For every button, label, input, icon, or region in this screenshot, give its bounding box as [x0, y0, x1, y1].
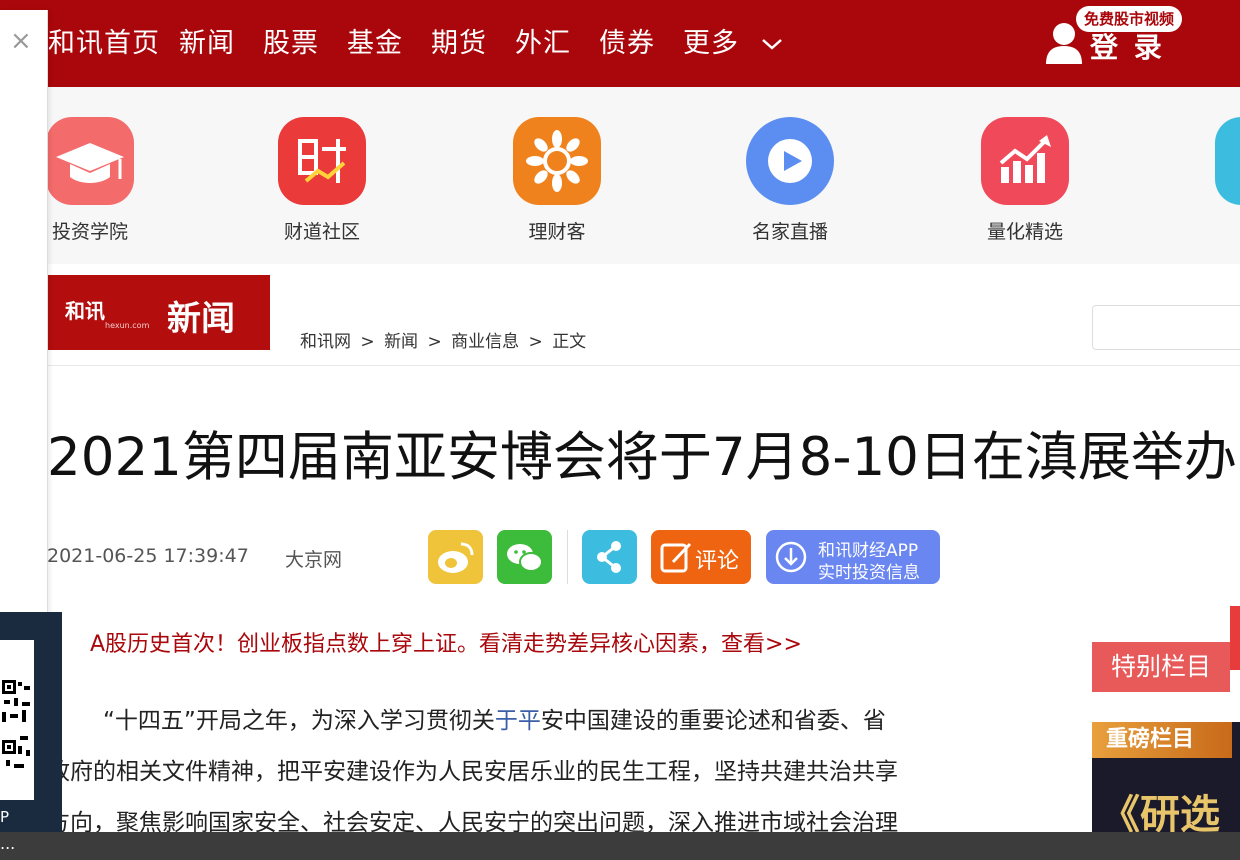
trend-chart-icon [981, 117, 1069, 205]
nav-news[interactable]: 新闻 [179, 24, 235, 64]
header-divider [47, 365, 1240, 366]
breadcrumb: 和讯网 > 新闻 > 商业信息 > 正文 [300, 327, 590, 352]
article-title: 2021第四届南亚安博会将于7月8-10日在滇展举办 [47, 427, 1237, 488]
app-label: 理财客 [528, 221, 586, 243]
status-bar: ... [0, 832, 1240, 860]
app-quant-picks[interactable]: 量化精选 [960, 117, 1090, 244]
share-icon [597, 541, 621, 573]
logo-brand: 和讯 [65, 299, 105, 323]
breadcrumb-news[interactable]: 新闻 [384, 332, 418, 352]
cai-character-icon [278, 117, 366, 205]
para-text: “十四五”开局之年，为深入学习贯彻关 [103, 708, 495, 734]
article-paragraph-line: 政府的相关文件精神，把平安建设作为人民安居乐业的民生工程，坚持共建共治共享 [47, 759, 898, 785]
article-paragraph-line: “十四五”开局之年，为深入学习贯彻关于平安中国建设的重要论述和省委、省 [47, 696, 937, 747]
app-label: 期货 [1194, 217, 1240, 244]
article-date: 2021-06-25 17:39:47 [47, 545, 249, 567]
feedback-tab[interactable] [1230, 606, 1240, 670]
comment-button[interactable]: 评论 [651, 530, 751, 584]
logo-domain: hexun.com [105, 321, 150, 330]
login-label[interactable]: 登 录 [1090, 26, 1165, 66]
para-text: 安中国建设的重要论述和省委、省 [540, 708, 886, 734]
featured-banner[interactable]: 重磅栏目 《研选 [1092, 722, 1240, 832]
special-column-header: 特别栏目 [1092, 642, 1230, 692]
top-nav: 和讯首页 新闻 股票 基金 期货 外汇 债券 更多 登 录 免费股市视频 [0, 0, 1240, 87]
app-shortcut-bar: 投资学院 财道社区 理财客 名家直播 量化精选 [0, 87, 1240, 264]
search-input[interactable] [1092, 305, 1240, 350]
weibo-icon [438, 542, 474, 573]
login-area[interactable]: 登 录 免费股市视频 [1044, 6, 1204, 76]
app-label: 财道社区 [283, 221, 360, 243]
download-icon [775, 541, 807, 573]
app-label: 量化精选 [986, 221, 1063, 243]
nav-funds[interactable]: 基金 [347, 24, 403, 64]
nav-forex[interactable]: 外汇 [515, 24, 571, 64]
status-text: ... [0, 834, 16, 853]
share-separator [567, 530, 568, 584]
promo-link[interactable]: A股历史首次！创业板指点数上穿上证。看清走势差异核心因素，查看>> [90, 626, 802, 658]
page: 和讯首页 新闻 股票 基金 期货 外汇 债券 更多 登 录 免费股市视频 投资学… [0, 0, 1240, 860]
breadcrumb-business[interactable]: 商业信息 [451, 332, 519, 352]
share-button[interactable] [582, 530, 637, 584]
play-icon [746, 117, 834, 205]
banner-tag: 重磅栏目 [1092, 722, 1232, 758]
article-source[interactable]: 大京网 [285, 545, 342, 572]
close-icon[interactable]: × [10, 28, 32, 54]
banner-title: 《研选 [1100, 792, 1220, 832]
nav-futures[interactable]: 期货 [431, 24, 487, 64]
qr-code-icon [0, 640, 34, 800]
chevron-down-icon[interactable] [760, 34, 784, 54]
logo-section: 新闻 [167, 299, 235, 339]
app-label: 名家直播 [751, 221, 828, 243]
graduation-cap-icon [46, 117, 134, 205]
keyword-link[interactable]: 于平 [495, 708, 541, 734]
weibo-share-button[interactable] [428, 530, 483, 584]
qr-caption: P [0, 808, 10, 826]
laurel-icon [513, 117, 601, 205]
nav-bonds[interactable]: 债券 [599, 24, 655, 64]
wechat-share-button[interactable] [497, 530, 552, 584]
breadcrumb-current: 正文 [552, 332, 587, 352]
nav-home[interactable]: 和讯首页 [48, 24, 160, 64]
app-caidao-community[interactable]: 财道社区 [257, 117, 387, 244]
breadcrumb-sep: > [360, 332, 375, 352]
free-video-badge[interactable]: 免费股市视频 [1076, 6, 1183, 32]
edit-icon [660, 542, 692, 573]
app-icon [1215, 117, 1240, 205]
nav-stocks[interactable]: 股票 [263, 24, 319, 64]
app-download-button[interactable]: 和讯财经APP 实时投资信息 [766, 530, 940, 584]
qr-code-panel[interactable]: P [0, 612, 62, 832]
breadcrumb-sep: > [427, 332, 442, 352]
hexun-news-logo[interactable]: 和讯 hexun.com 新闻 [47, 275, 270, 350]
breadcrumb-home[interactable]: 和讯网 [300, 332, 351, 352]
nav-more[interactable]: 更多 [683, 24, 739, 64]
app-download-line2: 实时投资信息 [818, 563, 920, 583]
app-expert-live[interactable]: 名家直播 [725, 117, 855, 244]
breadcrumb-sep: > [528, 332, 543, 352]
app-futures[interactable]: 期货 [1194, 117, 1240, 244]
comment-label: 评论 [695, 549, 740, 574]
app-licaike[interactable]: 理财客 [492, 117, 622, 244]
wechat-icon [507, 544, 543, 572]
